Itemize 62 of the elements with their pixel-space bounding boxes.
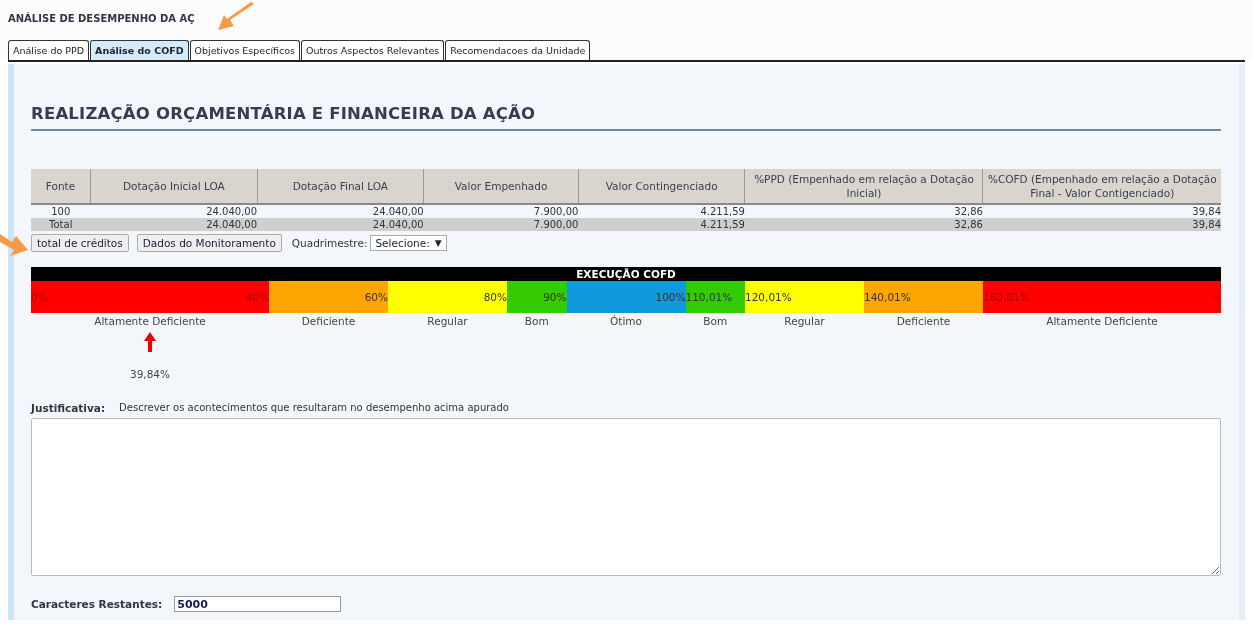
percent-label: 110,01% <box>685 291 733 303</box>
quadrimestre-dropdown[interactable]: Selecione: ▼ <box>370 235 447 251</box>
column-header: Dotação Final LOA <box>257 169 424 204</box>
table-cell: 39,84 <box>982 218 1221 231</box>
column-header: %PPD (Empenhado em relação a Dotação Inicial) <box>744 169 983 204</box>
rating-label: Regular <box>427 315 468 327</box>
tab[interactable]: Outros Aspectos Relevantes <box>301 40 445 60</box>
tab[interactable]: Análise do COFD <box>90 40 189 60</box>
rating-label: Ótimo <box>610 315 642 327</box>
page-title: ANÁLISE DE DESEMPENHO DA AÇ <box>8 13 195 24</box>
up-arrow-icon <box>144 332 156 352</box>
percent-label: 160,01% <box>983 291 1030 303</box>
table-cell: 24.040,00 <box>257 204 424 218</box>
table-cell: 39,84 <box>982 204 1221 218</box>
rating-label: Bom <box>524 315 549 327</box>
remaining-characters-field[interactable]: 5000 <box>174 596 342 612</box>
table-cell: Total <box>31 218 91 231</box>
marker-value: 39,84% <box>129 368 170 380</box>
percent-label: 0% <box>31 291 48 303</box>
rating-label: Altamente Deficiente <box>1046 315 1158 327</box>
table-cell: 4.211,59 <box>578 218 745 231</box>
percent-label: 60% <box>364 291 388 303</box>
column-header: Dotação Inicial LOA <box>90 169 258 204</box>
column-header: Valor Contingenciado <box>578 169 745 204</box>
tab[interactable]: Análise do PPD <box>8 40 90 60</box>
percent-label: 100% <box>655 291 686 303</box>
button[interactable]: total de créditos <box>31 234 129 252</box>
column-header: %COFD (Empenhado em relação a Dotação Final - Valor Contigenciado) <box>982 169 1221 204</box>
table-cell: 100 <box>31 204 91 218</box>
field-label: Justificativa: <box>31 402 106 414</box>
table-cell: 32,86 <box>744 204 983 218</box>
percent-label: 120,01% <box>745 291 792 303</box>
table-cell: 24.040,00 <box>90 218 258 231</box>
caret-icon: ▼ <box>434 238 442 248</box>
table-cell: 7.900,00 <box>423 218 579 231</box>
scale-title: EXECUÇÃO COFD <box>31 267 1221 281</box>
annotation-arrow-icon <box>216 2 256 32</box>
rating-label: Regular <box>784 315 825 327</box>
percent-label: 40% <box>245 291 269 303</box>
table-cell: 24.040,00 <box>257 218 424 231</box>
field-label: Quadrimestre: <box>291 237 368 249</box>
percent-label: 140,01% <box>864 291 911 303</box>
percent-label: ∞ <box>1212 291 1221 303</box>
rating-label: Deficiente <box>301 315 356 327</box>
button[interactable]: Dados do Monitoramento <box>136 234 282 252</box>
table-cell: 32,86 <box>744 218 983 231</box>
percent-label: 80% <box>483 291 507 303</box>
rating-label: Altamente Deficiente <box>94 315 206 327</box>
percent-label: 90% <box>543 291 567 303</box>
field-label: Caracteres Restantes: <box>31 598 163 610</box>
rating-label: Deficiente <box>896 315 951 327</box>
column-header: Fonte <box>31 169 91 204</box>
hint-text: Descrever os acontecimentos que resultaram no desempenho acima apurado <box>119 402 509 414</box>
rating-label: Bom <box>703 315 728 327</box>
table-cell: 24.040,00 <box>90 204 258 218</box>
justification-field[interactable] <box>31 418 1221 576</box>
table-cell: 7.900,00 <box>423 204 579 218</box>
table-cell: 4.211,59 <box>578 204 745 218</box>
column-header: Valor Empenhado <box>423 169 579 204</box>
tab[interactable]: Objetivos Específicos <box>189 40 300 60</box>
tab[interactable]: Recomendacoes da Unidade <box>445 40 591 60</box>
section-heading: REALIZAÇÃO ORÇAMENTÁRIA E FINANCEIRA DA AÇÃO <box>31 64 1221 131</box>
